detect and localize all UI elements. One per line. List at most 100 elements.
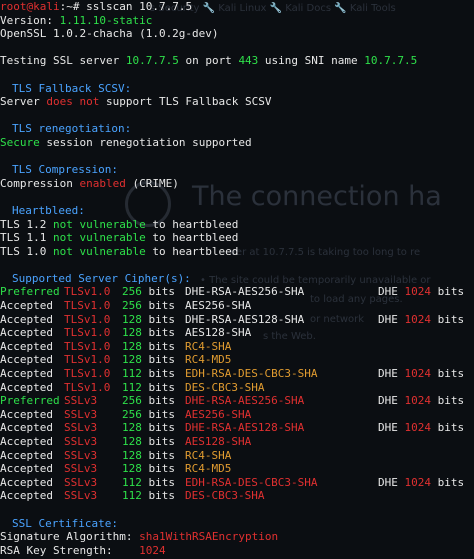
- cipher-bits-label: bits: [148, 380, 176, 394]
- cipher-bits-label: bits: [148, 285, 176, 299]
- heartbleed-row: TLS 1.0 not vulnerable to heartbleed: [0, 245, 474, 259]
- cipher-row: Accepted SSLv3 128 bits DHE-RSA-AES128-SHA D…: [0, 421, 474, 435]
- cipher-bits-label: bits: [148, 353, 176, 367]
- cipher-bits: 128 bits: [122, 340, 175, 354]
- heartbleed-status: not vulnerable: [52, 217, 146, 231]
- cipher-row: Preferred TLSv1.0 256 bits DHE-RSA-AES256-S…: [0, 285, 474, 299]
- cipher-bits: 112 bits: [122, 367, 175, 381]
- compression-label: Compression: [0, 176, 80, 190]
- heartbleed-suffix: to heartbleed: [145, 231, 239, 245]
- cipher-name: DES-CBC3-SHA: [185, 489, 265, 503]
- testing-sni: 10.7.7.5: [364, 54, 418, 68]
- cipher-status: Accepted: [0, 475, 53, 489]
- fallback-does-not: does not: [46, 95, 100, 109]
- cipher-protocol: SSLv3: [64, 421, 98, 435]
- cipher-bits: 256 bits: [122, 394, 175, 408]
- cipher-bits-value: 128: [122, 435, 142, 448]
- renegotiation-line: Secure session renegotiation supported: [0, 136, 474, 150]
- cipher-row: Accepted TLSv1.0 256 bits AES256-SHA: [0, 299, 474, 313]
- heartbleed-suffix: to heartbleed: [145, 244, 239, 258]
- cipher-name: DHE-RSA-AES128-SHA: [185, 421, 305, 435]
- cipher-dhe-bits-label: bits: [437, 421, 465, 435]
- cipher-protocol: SSLv3: [64, 394, 98, 408]
- cipher-protocol: SSLv3: [64, 475, 98, 489]
- signature-label: Signature Algorithm:: [0, 530, 140, 544]
- cipher-row: Accepted SSLv3 128 bits RC4-SHA: [0, 449, 474, 463]
- cipher-protocol: SSLv3: [64, 448, 98, 462]
- cipher-name: EDH-RSA-DES-CBC3-SHA: [185, 475, 318, 489]
- cipher-dhe-bits: 1024: [404, 394, 432, 408]
- command-text: sslscan 10.7.7.5: [86, 0, 193, 13]
- cipher-row: Accepted TLSv1.0 112 bits EDH-RSA-DES-CBC3-…: [0, 367, 474, 381]
- testing-on-port: on port: [178, 54, 239, 68]
- cipher-rows: Preferred TLSv1.0 256 bits DHE-RSA-AES256-S…: [0, 285, 474, 503]
- cipher-status: Accepted: [0, 421, 53, 435]
- section-title-ciphers: Supported Server Cipher(s):: [12, 271, 191, 285]
- cipher-dhe-label: DHE: [378, 475, 398, 489]
- cipher-bits: 128 bits: [122, 313, 175, 327]
- testing-host: 10.7.7.5: [125, 54, 179, 68]
- cipher-name: RC4-MD5: [185, 353, 232, 367]
- cipher-row: Accepted SSLv3 112 bits DES-CBC3-SHA: [0, 489, 474, 503]
- cipher-bits-value: 256: [122, 407, 142, 421]
- fallback-line: Server does not support TLS Fallback SCS…: [0, 95, 474, 109]
- cipher-row: Accepted TLSv1.0 128 bits RC4-MD5: [0, 353, 474, 367]
- cipher-status: Accepted: [0, 312, 53, 326]
- signature-value: sha1WithRSAEncryption: [139, 530, 279, 544]
- version-label: Version:: [0, 13, 60, 27]
- cipher-name: AES128-SHA: [185, 326, 252, 340]
- cipher-dhe-bits: 1024: [404, 312, 432, 326]
- heartbleed-suffix: to heartbleed: [145, 217, 239, 231]
- cipher-bits: 256 bits: [122, 408, 175, 422]
- key-strength-value: 1024: [139, 543, 166, 557]
- version-value: 1.11.10-static: [59, 13, 153, 27]
- prompt-user-host: root@kali: [0, 0, 60, 13]
- cipher-dhe-bits: 1024: [404, 285, 432, 299]
- cipher-protocol: SSLv3: [64, 435, 98, 448]
- cipher-bits-label: bits: [148, 367, 176, 381]
- cipher-row: Preferred SSLv3 256 bits DHE-RSA-AES256-SHA…: [0, 394, 474, 408]
- cipher-protocol: TLSv1.0: [64, 367, 111, 381]
- cipher-status: Accepted: [0, 326, 53, 340]
- cipher-dhe-label: DHE: [378, 394, 398, 408]
- cipher-row: Accepted SSLv3 128 bits AES128-SHA: [0, 435, 474, 449]
- cipher-name: RC4-SHA: [185, 339, 232, 353]
- compression-enabled: enabled: [79, 176, 126, 190]
- cipher-bits: 128 bits: [122, 449, 175, 463]
- cipher-bits-label: bits: [148, 435, 176, 448]
- cipher-dhe-bits-label: bits: [437, 285, 465, 299]
- cipher-bits: 128 bits: [122, 326, 175, 340]
- cipher-bits-label: bits: [148, 326, 176, 340]
- cipher-dhe: DHE 1024 bits: [378, 476, 464, 490]
- section-title-heartbleed: Heartbleed:: [12, 203, 85, 217]
- cipher-status: Accepted: [0, 462, 53, 476]
- cipher-dhe-label: DHE: [378, 367, 398, 381]
- version-line: Version: 1.11.10-static: [0, 14, 474, 28]
- cipher-bits-label: bits: [148, 394, 176, 408]
- prompt-path: :~#: [59, 0, 87, 13]
- cipher-name: DHE-RSA-AES128-SHA: [185, 312, 305, 326]
- section-title-compression: TLS Compression:: [12, 163, 118, 177]
- heartbleed-status: not vulnerable: [52, 244, 146, 258]
- heartbleed-proto: TLS 1.1: [0, 231, 53, 245]
- cipher-status: Accepted: [0, 489, 53, 503]
- cipher-bits-value: 256: [122, 394, 142, 408]
- cipher-bits: 256 bits: [122, 299, 175, 313]
- compression-line: Compression enabled (CRIME): [0, 177, 474, 191]
- cipher-row: Accepted SSLv3 128 bits RC4-MD5: [0, 462, 474, 476]
- cipher-row: Accepted TLSv1.0 112 bits DES-CBC3-SHA: [0, 381, 474, 395]
- cipher-bits-label: bits: [148, 475, 176, 489]
- openssl-line: OpenSSL 1.0.2-chacha (1.0.2g-dev): [0, 27, 219, 41]
- cipher-status: Preferred: [0, 285, 60, 299]
- cipher-bits-value: 128: [122, 421, 142, 435]
- fallback-text-b: support TLS Fallback SCSV: [99, 95, 272, 109]
- cipher-row: Accepted SSLv3 256 bits AES256-SHA: [0, 408, 474, 422]
- cipher-dhe-bits-label: bits: [437, 312, 465, 326]
- cipher-protocol: TLSv1.0: [64, 353, 111, 367]
- cipher-bits-label: bits: [148, 299, 176, 313]
- cipher-row: Accepted SSLv3 112 bits EDH-RSA-DES-CBC3-SH…: [0, 476, 474, 490]
- heartbleed-row: TLS 1.1 not vulnerable to heartbleed: [0, 231, 474, 245]
- cipher-protocol: TLSv1.0: [64, 380, 111, 394]
- cipher-name: DHE-RSA-AES256-SHA: [185, 394, 305, 408]
- cipher-bits: 128 bits: [122, 353, 175, 367]
